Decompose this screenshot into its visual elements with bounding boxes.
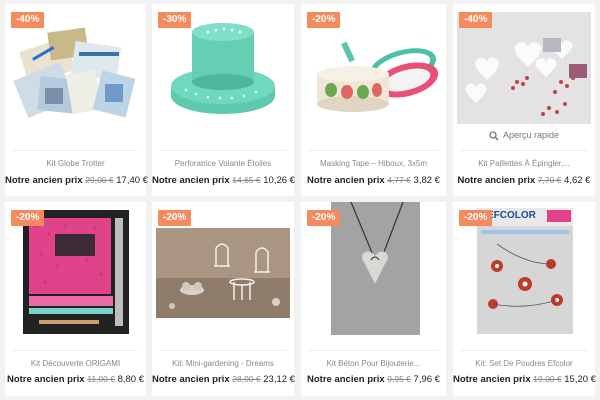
- product-name[interactable]: Kit Béton Pour Bijouterie...: [301, 359, 446, 368]
- old-price: 19,00 €: [533, 374, 562, 384]
- price-line: Notre ancien prix 28,90 € 23,12 €: [152, 374, 295, 385]
- new-price: 17,40 €: [116, 175, 148, 186]
- price-line: Notre ancien prix 9,95 € 7,96 €: [301, 374, 446, 385]
- price-label: Notre ancien prix: [152, 374, 230, 385]
- price-line: Notre ancien prix 4,77 € 3,82 €: [301, 175, 446, 186]
- price-line: Notre ancien prix 7,70 € 4,62 €: [453, 175, 595, 186]
- quick-view-button[interactable]: Aperçu rapide: [453, 130, 595, 141]
- efcolor-logo: EFCOLOR: [487, 210, 536, 221]
- price-label: Notre ancien prix: [6, 374, 85, 385]
- divider: [461, 150, 587, 151]
- concrete-image[interactable]: [331, 202, 420, 335]
- product-card[interactable]: -20% Kit Béton Pour Bijouterie... Notre …: [301, 202, 446, 396]
- discount-badge: -30%: [158, 12, 192, 28]
- glitter-image[interactable]: [457, 12, 591, 124]
- divider: [309, 350, 438, 351]
- product-card[interactable]: EFCOLOR -20% Kit: Set De Poudres Efcolor…: [453, 202, 596, 396]
- discount-badge: -40%: [11, 12, 45, 28]
- search-icon: [489, 130, 499, 141]
- price-line: Notre ancien prix 29,00 € 17,40 €: [5, 175, 148, 186]
- discount-badge: -40%: [459, 12, 493, 28]
- price-label: Notre ancien prix: [457, 175, 536, 186]
- price-label: Notre ancien prix: [152, 175, 230, 186]
- discount-badge: -20%: [307, 12, 341, 28]
- price-line: Notre ancien prix 14,65 € 10,26 €: [152, 175, 295, 186]
- divider: [13, 150, 138, 151]
- product-card[interactable]: -40% Aperçu rapide Kit Paillettes À Épin…: [453, 4, 595, 196]
- discount-badge: -20%: [158, 210, 192, 226]
- product-card[interactable]: -20% Masking Tape – Hiboux, 3x5m Notre a…: [301, 4, 446, 196]
- garden-image[interactable]: [156, 228, 290, 318]
- price-line: Notre ancien prix 19,00 € 15,20 €: [453, 374, 596, 385]
- product-name[interactable]: Kit Globe Trotter: [5, 159, 146, 168]
- new-price: 3,82 €: [413, 175, 440, 186]
- old-price: 9,95 €: [387, 374, 411, 384]
- product-name[interactable]: Kit: Mini-gardening - Dreams: [152, 359, 294, 368]
- product-name[interactable]: Kit: Set De Poudres Efcolor: [453, 359, 595, 368]
- price-label: Notre ancien prix: [5, 175, 83, 186]
- new-price: 8,80 €: [117, 374, 145, 385]
- new-price: 4,62 €: [564, 175, 591, 186]
- product-card[interactable]: -20% Kit Découverte ORIGAMI Notre ancien…: [5, 202, 146, 396]
- discount-badge: -20%: [307, 210, 341, 226]
- divider: [461, 350, 587, 351]
- new-price: 15,20 €: [564, 374, 596, 385]
- product-name[interactable]: Kit Découverte ORIGAMI: [5, 359, 146, 368]
- discount-badge: -20%: [11, 210, 45, 226]
- price-line: Notre ancien prix 11,00 € 8,80 €: [5, 374, 146, 385]
- divider: [160, 150, 286, 151]
- divider: [160, 350, 286, 351]
- divider: [309, 150, 438, 151]
- new-price: 23,12 €: [263, 374, 295, 385]
- price-label: Notre ancien prix: [307, 175, 385, 186]
- product-card[interactable]: -30% Perforatrice Volante Étoiles Notre …: [152, 4, 295, 196]
- price-label: Notre ancien prix: [307, 374, 385, 385]
- divider: [13, 350, 138, 351]
- old-price: 4,77 €: [387, 175, 411, 185]
- old-price: 11,00 €: [87, 374, 115, 384]
- product-name[interactable]: Masking Tape – Hiboux, 3x5m: [301, 159, 446, 168]
- old-price: 7,70 €: [537, 175, 562, 185]
- old-price: 29,00 €: [85, 175, 114, 185]
- old-price: 28,90 €: [232, 374, 261, 384]
- discount-badge: -20%: [459, 210, 493, 226]
- product-grid: -40% Kit Globe Trotter Notre ancien prix…: [0, 0, 600, 400]
- price-label: Notre ancien prix: [453, 374, 531, 385]
- old-price: 14,65 €: [232, 175, 261, 185]
- product-card[interactable]: -20% Kit: Mini-gardening - Dreams Notre …: [152, 202, 295, 396]
- new-price: 7,96 €: [413, 374, 440, 385]
- product-name[interactable]: Kit Paillettes À Épingler,...: [453, 159, 595, 168]
- product-card[interactable]: -40% Kit Globe Trotter Notre ancien prix…: [5, 4, 148, 196]
- product-name[interactable]: Perforatrice Volante Étoiles: [152, 159, 294, 168]
- quick-view-label: Aperçu rapide: [502, 130, 560, 140]
- new-price: 10,26 €: [263, 175, 295, 186]
